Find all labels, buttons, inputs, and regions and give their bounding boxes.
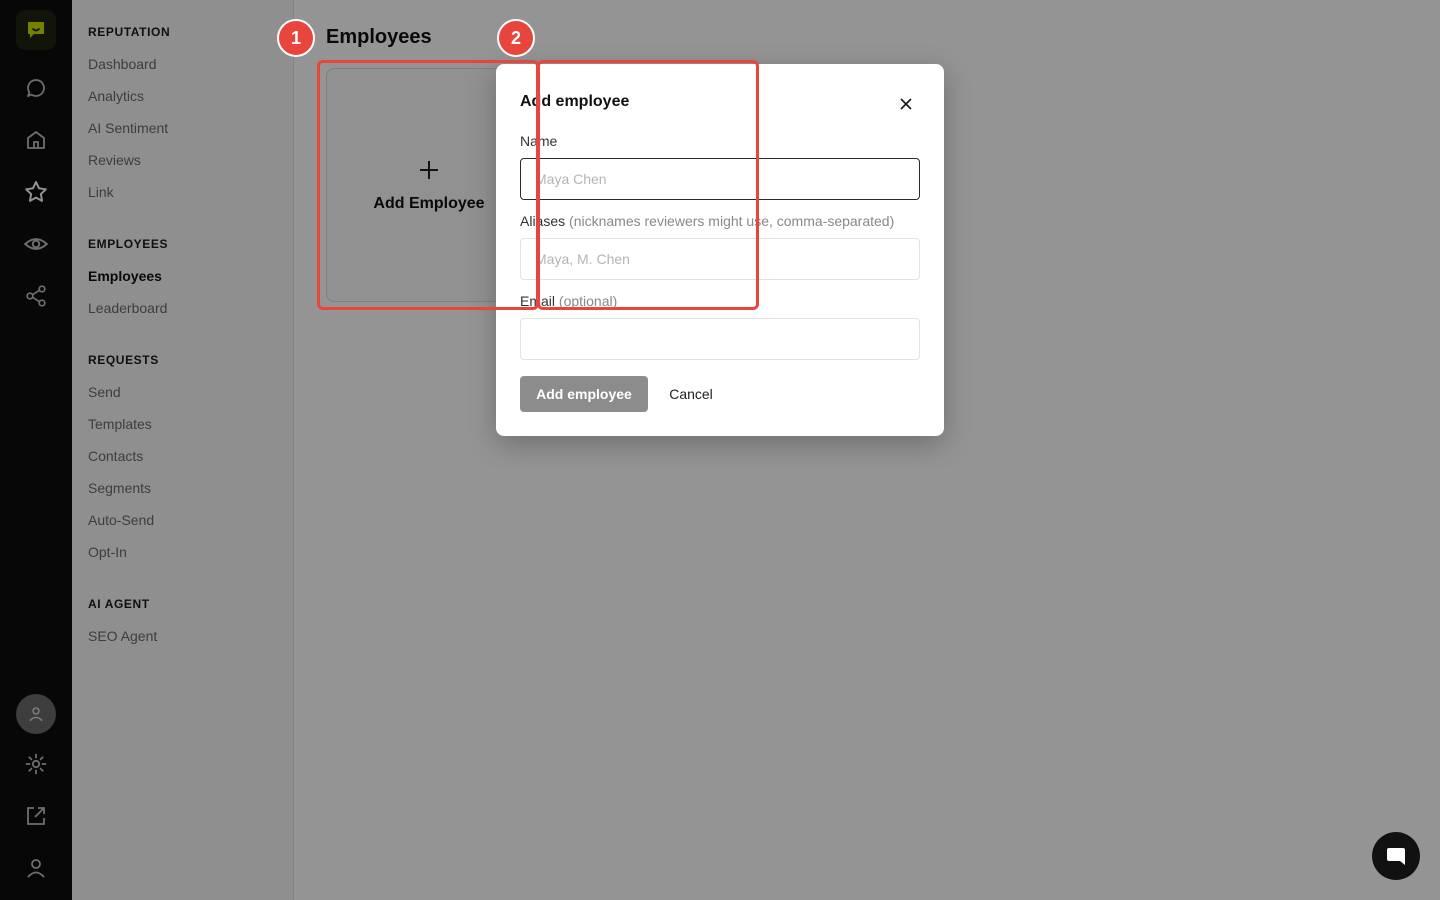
annotation-box-2: [537, 60, 759, 310]
annotation-badge-1: 1: [277, 19, 315, 57]
close-button[interactable]: [894, 92, 918, 116]
chat-bubble-icon: [1387, 848, 1405, 865]
chat-widget-button[interactable]: [1372, 832, 1420, 880]
cancel-button[interactable]: Cancel: [660, 376, 722, 412]
annotation-badge-2: 2: [497, 19, 535, 57]
close-icon: [900, 98, 912, 110]
add-employee-submit-button[interactable]: Add employee: [520, 376, 648, 412]
email-input[interactable]: [520, 318, 920, 360]
annotation-box-1: [317, 60, 539, 310]
